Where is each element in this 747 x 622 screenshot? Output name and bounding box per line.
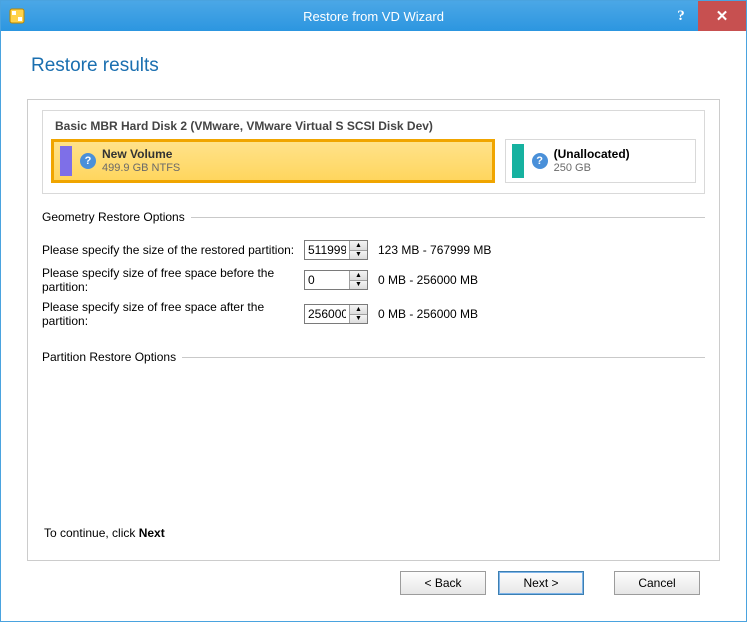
partition-texts: New Volume499.9 GB NTFS: [102, 147, 180, 175]
partition-name: New Volume: [102, 147, 180, 161]
partition-1[interactable]: ? (Unallocated)250 GB: [505, 139, 696, 183]
geometry-row-2: Please specify size of free space after …: [42, 300, 705, 328]
partition-legend: Partition Restore Options: [42, 350, 182, 364]
page-title: Restore results: [31, 55, 720, 77]
back-button[interactable]: < Back: [400, 571, 486, 595]
spin-down-icon[interactable]: ▼: [350, 251, 367, 260]
size-input[interactable]: [305, 305, 349, 323]
client-area: Restore results Basic MBR Hard Disk 2 (V…: [1, 31, 746, 621]
partition-stripe: [512, 144, 524, 178]
geometry-label: Please specify size of free space after …: [42, 300, 304, 328]
partition-options: Partition Restore Options: [42, 350, 705, 374]
disk-title: Basic MBR Hard Disk 2 (VMware, VMware Vi…: [51, 117, 696, 139]
partition-0[interactable]: ? New Volume499.9 GB NTFS: [51, 139, 495, 183]
spin-down-icon[interactable]: ▼: [350, 281, 367, 290]
content-frame: Basic MBR Hard Disk 2 (VMware, VMware Vi…: [27, 99, 720, 561]
window-title: Restore from VD Wizard: [1, 9, 746, 24]
size-range: 0 MB - 256000 MB: [378, 307, 478, 321]
wizard-window: Restore from VD Wizard ? ✕ Restore resul…: [0, 0, 747, 622]
partition-name: (Unallocated): [554, 147, 630, 161]
size-spinner[interactable]: ▲▼: [304, 240, 368, 260]
question-icon: ?: [532, 153, 548, 169]
titlebar: Restore from VD Wizard ? ✕: [1, 1, 746, 31]
geometry-label: Please specify the size of the restored …: [42, 243, 304, 257]
size-range: 123 MB - 767999 MB: [378, 243, 491, 257]
partition-sub: 499.9 GB NTFS: [102, 161, 180, 175]
geometry-row-1: Please specify size of free space before…: [42, 266, 705, 294]
spin-up-icon[interactable]: ▲: [350, 305, 367, 315]
partition-texts: (Unallocated)250 GB: [554, 147, 630, 175]
continue-bold: Next: [139, 526, 165, 540]
question-icon: ?: [80, 153, 96, 169]
spin-up-icon[interactable]: ▲: [350, 241, 367, 251]
disk-box: Basic MBR Hard Disk 2 (VMware, VMware Vi…: [42, 110, 705, 194]
size-input[interactable]: [305, 241, 349, 259]
partition-bar: ? New Volume499.9 GB NTFS? (Unallocated)25…: [51, 139, 696, 183]
size-input[interactable]: [305, 271, 349, 289]
close-button[interactable]: ✕: [698, 1, 746, 31]
spin-up-icon[interactable]: ▲: [350, 271, 367, 281]
continue-prefix: To continue, click: [44, 526, 139, 540]
geometry-label: Please specify size of free space before…: [42, 266, 304, 294]
size-spinner[interactable]: ▲▼: [304, 270, 368, 290]
help-button[interactable]: ?: [664, 1, 698, 31]
partition-sub: 250 GB: [554, 161, 630, 175]
size-range: 0 MB - 256000 MB: [378, 273, 478, 287]
window-controls: ? ✕: [664, 1, 746, 31]
geometry-row-0: Please specify the size of the restored …: [42, 240, 705, 260]
geometry-options: Geometry Restore Options Please specify …: [42, 210, 705, 334]
app-icon: [7, 6, 27, 26]
geometry-legend: Geometry Restore Options: [42, 210, 191, 224]
next-button[interactable]: Next >: [498, 571, 584, 595]
partition-stripe: [60, 146, 72, 176]
continue-hint: To continue, click Next: [44, 526, 705, 540]
size-spinner[interactable]: ▲▼: [304, 304, 368, 324]
button-row: < Back Next > Cancel: [27, 561, 720, 609]
cancel-button[interactable]: Cancel: [614, 571, 700, 595]
spin-down-icon[interactable]: ▼: [350, 315, 367, 324]
